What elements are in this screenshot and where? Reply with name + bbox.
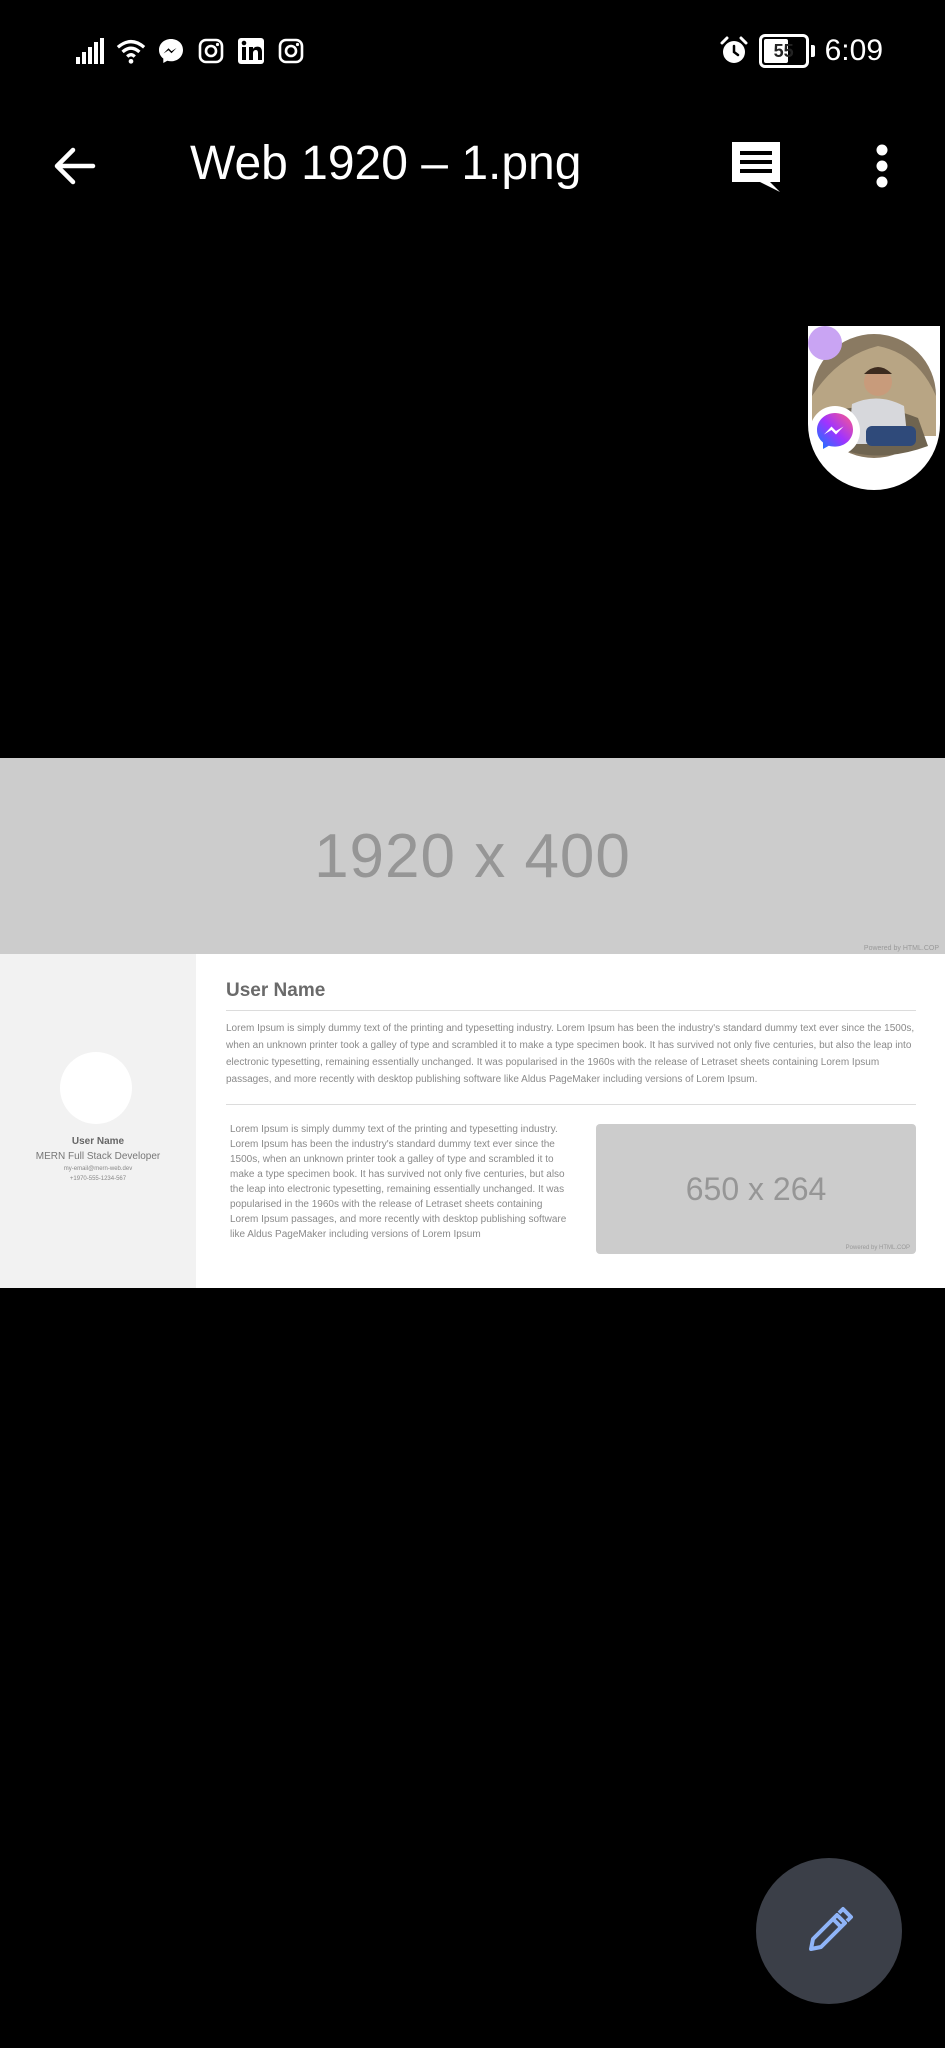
status-time: 6:09 — [824, 34, 883, 67]
more-vertical-icon — [876, 144, 888, 188]
sidebar-user-phone: +1970-555-1234-567 — [69, 1176, 127, 1182]
hero-placeholder: 1920 x 400 Powered by HTML.COP — [0, 758, 945, 954]
hero-placeholder-text: 1920 x 400 — [314, 821, 631, 891]
body-paragraph: Lorem Ipsum is simply dummy text of the … — [230, 1124, 567, 1240]
status-right-icons: 55 6:09 — [719, 34, 883, 68]
instagram-icon — [196, 36, 226, 66]
intro-paragraph: Lorem Ipsum is simply dummy text of the … — [226, 1023, 915, 1085]
battery-level: 55 — [773, 40, 794, 61]
messenger-badge-icon — [810, 406, 860, 456]
messenger-icon — [156, 36, 186, 66]
profile-sidebar: User Name MERN Full Stack Developer my-e… — [0, 954, 196, 1288]
linkedin-icon — [236, 36, 266, 66]
comment-icon — [732, 142, 780, 192]
comment-button[interactable] — [724, 134, 788, 198]
avatar — [60, 1052, 132, 1124]
notification-dot — [808, 326, 842, 360]
back-button[interactable] — [46, 138, 102, 194]
sidebar-user-email: my-email@mern-web.dev — [63, 1166, 133, 1172]
battery-icon: 55 — [758, 34, 809, 68]
divider — [226, 1104, 916, 1105]
status-left-icons — [76, 36, 306, 66]
app-bar: Web 1920 – 1.png — [0, 120, 945, 210]
wifi-icon — [116, 36, 146, 66]
signal-icon — [76, 36, 106, 66]
image-preview[interactable]: 1920 x 400 Powered by HTML.COP User Name… — [0, 758, 945, 1288]
content-image-placeholder: 650 x 264 Powered by HTML.COP — [596, 1124, 916, 1254]
sidebar-user-name: User Name — [71, 1136, 125, 1147]
pencil-icon — [809, 1907, 853, 1951]
messenger-chat-head[interactable] — [808, 326, 940, 490]
arrow-left-icon — [54, 147, 96, 185]
battery-tip — [810, 45, 815, 57]
page-title: Web 1920 – 1.png — [190, 137, 582, 190]
content-image-placeholder-text: 650 x 264 — [685, 1170, 827, 1207]
hero-powered-text: Powered by HTML.COP — [863, 945, 939, 952]
divider — [226, 1010, 916, 1011]
content-image-powered-text: Powered by HTML.COP — [845, 1245, 910, 1251]
sidebar-user-role: MERN Full Stack Developer — [35, 1151, 161, 1162]
status-bar: 55 6:09 — [0, 0, 945, 108]
more-options-button[interactable] — [860, 134, 904, 198]
main-user-name: User Name — [226, 980, 326, 1001]
alarm-icon — [719, 36, 749, 66]
edit-fab-button[interactable] — [756, 1858, 902, 2004]
instagram-icon — [276, 36, 306, 66]
